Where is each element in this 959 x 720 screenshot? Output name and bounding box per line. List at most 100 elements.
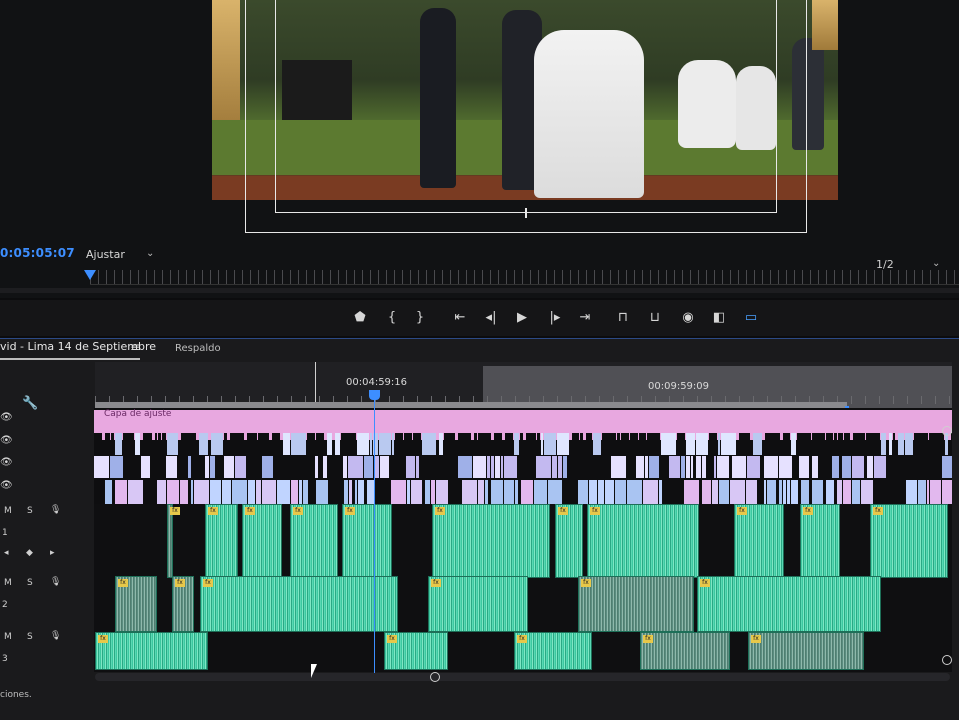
video-clip[interactable] (141, 456, 150, 478)
video-clip[interactable] (951, 433, 952, 455)
chevron-down-icon[interactable]: ⌄ (146, 248, 154, 259)
video-clip[interactable] (572, 433, 579, 455)
video-clip[interactable] (661, 433, 676, 455)
video-clip[interactable] (501, 456, 503, 478)
video-clip[interactable] (364, 456, 373, 478)
video-clip[interactable] (730, 480, 745, 504)
video-clip[interactable] (406, 456, 415, 478)
video-clip[interactable] (485, 480, 488, 504)
video-clip[interactable] (548, 480, 562, 504)
video-clip[interactable] (874, 456, 886, 478)
video-clip[interactable] (739, 433, 750, 455)
video-clip[interactable] (146, 480, 154, 504)
video-clip[interactable] (797, 433, 811, 455)
video-clip[interactable] (210, 456, 215, 478)
video-clip[interactable] (787, 480, 790, 504)
video-clip[interactable] (761, 456, 763, 478)
video-clip[interactable] (552, 456, 557, 478)
wrench-icon[interactable]: 🔧 (22, 396, 38, 411)
video-clip[interactable] (874, 480, 886, 504)
keyframe-add-icon[interactable]: ◆ (26, 548, 33, 558)
video-clip[interactable] (256, 480, 261, 504)
step-back-icon[interactable]: ◂| (480, 308, 502, 328)
video-clip[interactable] (437, 456, 443, 478)
audio-clip[interactable]: fx (578, 576, 694, 632)
video-clip[interactable] (557, 433, 569, 455)
video-clip[interactable] (889, 433, 892, 455)
video-clip[interactable] (918, 480, 926, 504)
video-clip[interactable] (315, 456, 318, 478)
vertical-scroll-handle[interactable] (942, 655, 952, 665)
audio-clip[interactable]: fx (167, 504, 180, 578)
video-clip[interactable] (537, 433, 540, 455)
video-clip[interactable] (630, 433, 638, 455)
video-clip[interactable] (262, 456, 273, 478)
video-clip[interactable] (343, 456, 347, 478)
video-clip[interactable] (286, 456, 298, 478)
video-clip[interactable] (929, 433, 944, 455)
video-clip[interactable] (262, 480, 276, 504)
microphone-icon[interactable]: 🎙 (50, 505, 61, 515)
video-clip[interactable] (834, 433, 837, 455)
chevron-down-icon[interactable]: ⌄ (932, 258, 940, 269)
eye-icon[interactable]: 👁 (0, 435, 13, 446)
video-clip[interactable] (684, 480, 699, 504)
video-clip[interactable] (404, 433, 412, 455)
video-clip[interactable] (167, 480, 179, 504)
video-clip[interactable] (765, 433, 780, 455)
video-clip[interactable] (478, 480, 484, 504)
video-clip[interactable] (764, 480, 766, 504)
video-clip[interactable] (110, 456, 123, 478)
video-clip[interactable] (495, 456, 500, 478)
audio-clip[interactable]: fx (428, 576, 528, 632)
mark-in-icon[interactable]: { (381, 308, 403, 328)
video-clip[interactable] (349, 480, 352, 504)
video-clip[interactable] (842, 456, 851, 478)
video-clip[interactable] (407, 480, 410, 504)
video-clip[interactable] (927, 480, 929, 504)
video-clip[interactable] (783, 480, 786, 504)
video-clip[interactable] (157, 480, 166, 504)
solo-button[interactable]: S (27, 632, 33, 642)
video-clip[interactable] (732, 456, 746, 478)
video-clip[interactable] (578, 480, 588, 504)
mute-button[interactable]: M (4, 632, 12, 642)
panel-menu-icon[interactable]: ≡ (130, 340, 140, 354)
video-clip[interactable] (526, 433, 536, 455)
video-clip[interactable] (444, 456, 457, 478)
video-clip[interactable] (660, 456, 666, 478)
video-clip[interactable] (274, 456, 283, 478)
video-clip[interactable] (588, 456, 601, 478)
microphone-icon[interactable]: 🎙 (50, 631, 61, 641)
video-clip[interactable] (473, 456, 486, 478)
comparison-view-icon[interactable]: ◧ (708, 308, 730, 328)
video-clip[interactable] (686, 433, 695, 455)
video-clip[interactable] (534, 480, 547, 504)
video-clip[interactable] (921, 456, 935, 478)
video-clip[interactable] (898, 433, 904, 455)
video-clip[interactable] (707, 456, 713, 478)
video-clip[interactable] (621, 433, 629, 455)
video-clip[interactable] (779, 480, 782, 504)
audio-clip[interactable]: fx (587, 504, 699, 578)
video-clip[interactable] (357, 433, 369, 455)
video-clip[interactable] (143, 433, 152, 455)
video-clip[interactable] (514, 433, 519, 455)
video-clip[interactable] (717, 456, 729, 478)
mute-button[interactable]: M (4, 506, 12, 516)
video-clip[interactable] (436, 480, 448, 504)
video-clip[interactable] (395, 433, 403, 455)
video-clip[interactable] (151, 456, 165, 478)
video-clip[interactable] (945, 433, 948, 455)
audio-clip[interactable]: fx (172, 576, 194, 632)
video-clip[interactable] (258, 433, 269, 455)
video-clip[interactable] (299, 456, 312, 478)
video-clip[interactable] (166, 456, 177, 478)
video-clip[interactable] (645, 456, 648, 478)
monitor-time-ruler[interactable] (90, 270, 959, 285)
timeline-playhead[interactable] (369, 390, 380, 400)
video-clip[interactable] (719, 480, 729, 504)
video-clip[interactable] (411, 480, 422, 504)
video-clip[interactable] (758, 480, 763, 504)
video-clip[interactable] (158, 433, 161, 455)
